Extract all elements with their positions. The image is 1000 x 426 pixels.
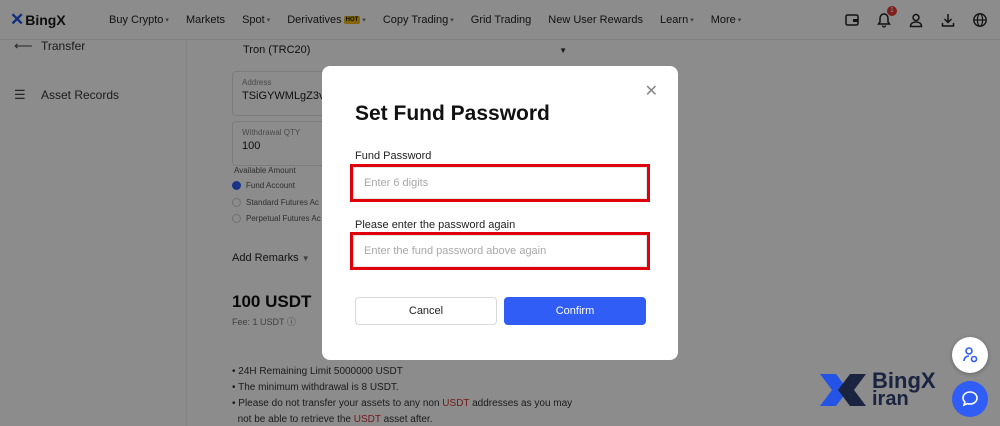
chat-bubble-icon xyxy=(962,391,978,407)
close-icon[interactable]: ✕ xyxy=(645,84,658,100)
confirm-password-input[interactable] xyxy=(353,235,647,267)
set-fund-password-modal: ✕ Set Fund Password Fund Password Please… xyxy=(322,66,678,360)
user-link-icon xyxy=(963,347,978,363)
confirm-button[interactable]: Confirm xyxy=(504,297,646,325)
fund-password-input[interactable] xyxy=(353,167,647,199)
cancel-button[interactable]: Cancel xyxy=(355,297,497,325)
referral-link-button[interactable] xyxy=(952,337,988,373)
fund-password-label: Fund Password xyxy=(355,150,432,162)
modal-title: Set Fund Password xyxy=(355,102,550,125)
watermark-text: BingX iran xyxy=(872,370,936,410)
bingx-iran-watermark: BingX iran xyxy=(818,370,936,410)
chat-support-button[interactable] xyxy=(952,381,988,417)
confirm-password-label: Please enter the password again xyxy=(355,219,516,231)
bingx-x-logo-icon xyxy=(820,374,866,406)
confirm-password-highlight xyxy=(350,232,650,270)
fund-password-highlight xyxy=(350,164,650,202)
